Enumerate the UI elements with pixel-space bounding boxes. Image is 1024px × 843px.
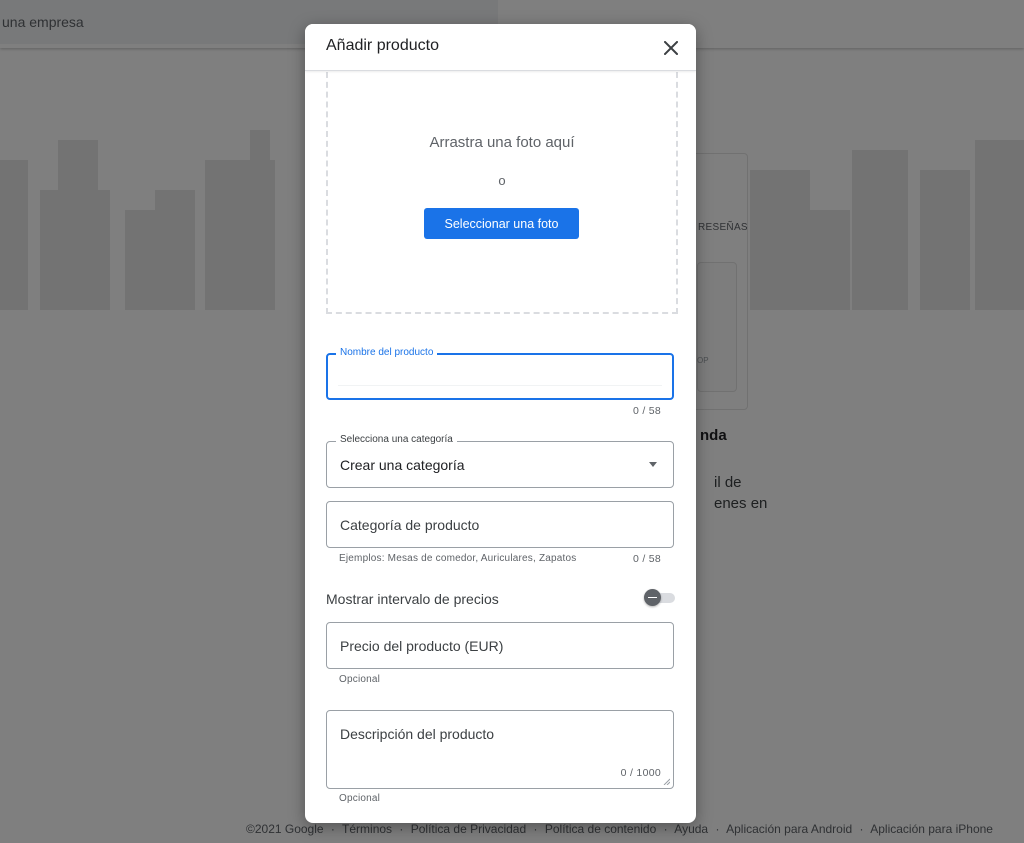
dialog-header: Añadir producto <box>305 24 696 71</box>
dialog-title: Añadir producto <box>326 37 439 54</box>
product-description-field[interactable]: Descripción del producto 0 / 1000 <box>326 710 674 789</box>
product-category-helper: Ejemplos: Mesas de comedor, Auriculares,… <box>339 553 577 564</box>
close-icon <box>664 41 678 55</box>
product-name-counter: 0 / 58 <box>633 405 662 417</box>
photo-dropzone[interactable]: Arrastra una foto aquí o Seleccionar una… <box>326 72 678 314</box>
resize-handle-icon[interactable] <box>663 778 670 785</box>
price-range-label: Mostrar intervalo de precios <box>326 591 499 607</box>
add-product-dialog: Arrastra una foto aquí o Seleccionar una… <box>305 24 696 823</box>
dropdown-arrow-icon <box>649 462 657 467</box>
category-select-value: Crear una categoría <box>340 457 465 473</box>
product-name-field[interactable]: Nombre del producto <box>326 347 674 400</box>
product-name-label: Nombre del producto <box>336 347 438 358</box>
select-photo-button[interactable]: Seleccionar una foto <box>424 208 579 239</box>
product-category-field[interactable]: Categoría de producto <box>326 501 674 548</box>
dropzone-text: Arrastra una foto aquí <box>429 134 575 151</box>
product-category-placeholder: Categoría de producto <box>340 517 480 533</box>
product-description-placeholder: Descripción del producto <box>340 726 495 742</box>
product-description-helper: Opcional <box>339 793 381 804</box>
product-description-counter: 0 / 1000 <box>620 767 661 779</box>
product-name-input-line <box>338 385 662 386</box>
price-range-toggle-thumb[interactable] <box>644 589 661 606</box>
category-select[interactable]: Selecciona una categoría Crear una categ… <box>326 434 674 488</box>
product-price-placeholder: Precio del producto (EUR) <box>340 638 504 654</box>
product-price-helper: Opcional <box>339 674 381 685</box>
category-select-label: Selecciona una categoría <box>336 434 457 445</box>
minus-icon <box>648 596 657 599</box>
product-category-counter: 0 / 58 <box>633 553 662 565</box>
close-button[interactable] <box>657 34 685 62</box>
product-price-field[interactable]: Precio del producto (EUR) <box>326 622 674 669</box>
dropzone-or: o <box>498 173 506 188</box>
